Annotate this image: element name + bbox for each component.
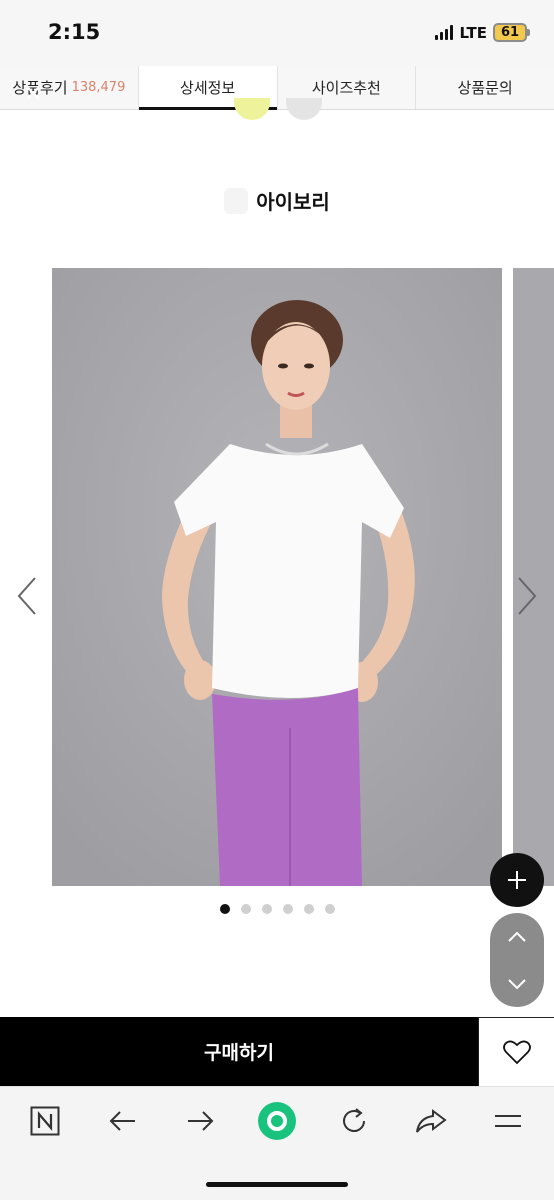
n-logo-icon: [30, 1106, 60, 1136]
scroll-up-button[interactable]: [490, 913, 544, 960]
green-home-button[interactable]: [255, 1099, 299, 1143]
color-swatch-yellow[interactable]: [234, 98, 270, 120]
back-button[interactable]: [101, 1099, 145, 1143]
pagination-dot[interactable]: [261, 904, 272, 914]
color-chip-ivory: [224, 187, 249, 214]
home-indicator: [206, 1182, 348, 1187]
pagination-dot[interactable]: [303, 904, 314, 914]
battery-level: 61: [493, 23, 527, 42]
menu-icon: [495, 1115, 521, 1127]
signal-icon: [435, 25, 454, 40]
share-button[interactable]: [409, 1099, 453, 1143]
tab-inquiry[interactable]: 상품문의: [416, 66, 554, 109]
pagination-dot[interactable]: [219, 904, 230, 914]
tab-details-label: 상세정보: [180, 79, 236, 97]
tab-reviews[interactable]: 상품후기 138,479: [0, 66, 139, 109]
purchase-bar: 구매하기: [0, 1017, 554, 1086]
share-icon: [416, 1109, 447, 1133]
buy-button[interactable]: 구매하기: [0, 1017, 478, 1086]
pagination-dot[interactable]: [324, 904, 335, 914]
tab-inquiry-label: 상품문의: [457, 79, 513, 97]
arrow-right-icon: [188, 1111, 214, 1131]
tab-size-label: 사이즈추천: [311, 79, 381, 97]
plus-icon: [508, 871, 526, 889]
network-type: LTE: [459, 23, 487, 42]
chevron-right-icon[interactable]: [512, 574, 542, 618]
status-indicators: LTE 61: [435, 23, 530, 42]
color-swatch-gray[interactable]: [286, 98, 322, 120]
status-bar: 2:15 LTE 61: [0, 0, 554, 66]
product-image[interactable]: [52, 268, 502, 886]
color-name-row: 아이보리: [0, 186, 554, 215]
forward-button[interactable]: [178, 1099, 222, 1143]
chevron-left-icon[interactable]: [12, 574, 42, 618]
green-circle-icon: [258, 1102, 296, 1140]
chevron-down-icon: [508, 978, 526, 989]
menu-button[interactable]: [486, 1099, 530, 1143]
close-icon[interactable]: ✕: [24, 84, 42, 106]
naver-home-button[interactable]: [23, 1099, 67, 1143]
model-photo: [52, 268, 502, 886]
battery-icon: 61: [493, 23, 530, 42]
scroll-buttons: [490, 913, 544, 1007]
heart-icon: [502, 1040, 531, 1065]
pagination-dot[interactable]: [282, 904, 293, 914]
scroll-down-button[interactable]: [490, 960, 544, 1007]
product-tabs: 상품후기 138,479 상세정보 사이즈추천 상품문의: [0, 66, 554, 110]
review-count: 138,479: [71, 80, 126, 95]
arrow-left-icon: [109, 1111, 135, 1131]
chevron-up-icon: [508, 931, 526, 942]
color-name: 아이보리: [256, 190, 330, 214]
reload-icon: [343, 1108, 365, 1132]
wishlist-button[interactable]: [478, 1017, 554, 1086]
pagination-dot[interactable]: [240, 904, 251, 914]
status-time: 2:15: [48, 20, 101, 44]
reload-button[interactable]: [332, 1099, 376, 1143]
plus-button[interactable]: [490, 853, 544, 907]
carousel-pagination: [0, 904, 554, 914]
